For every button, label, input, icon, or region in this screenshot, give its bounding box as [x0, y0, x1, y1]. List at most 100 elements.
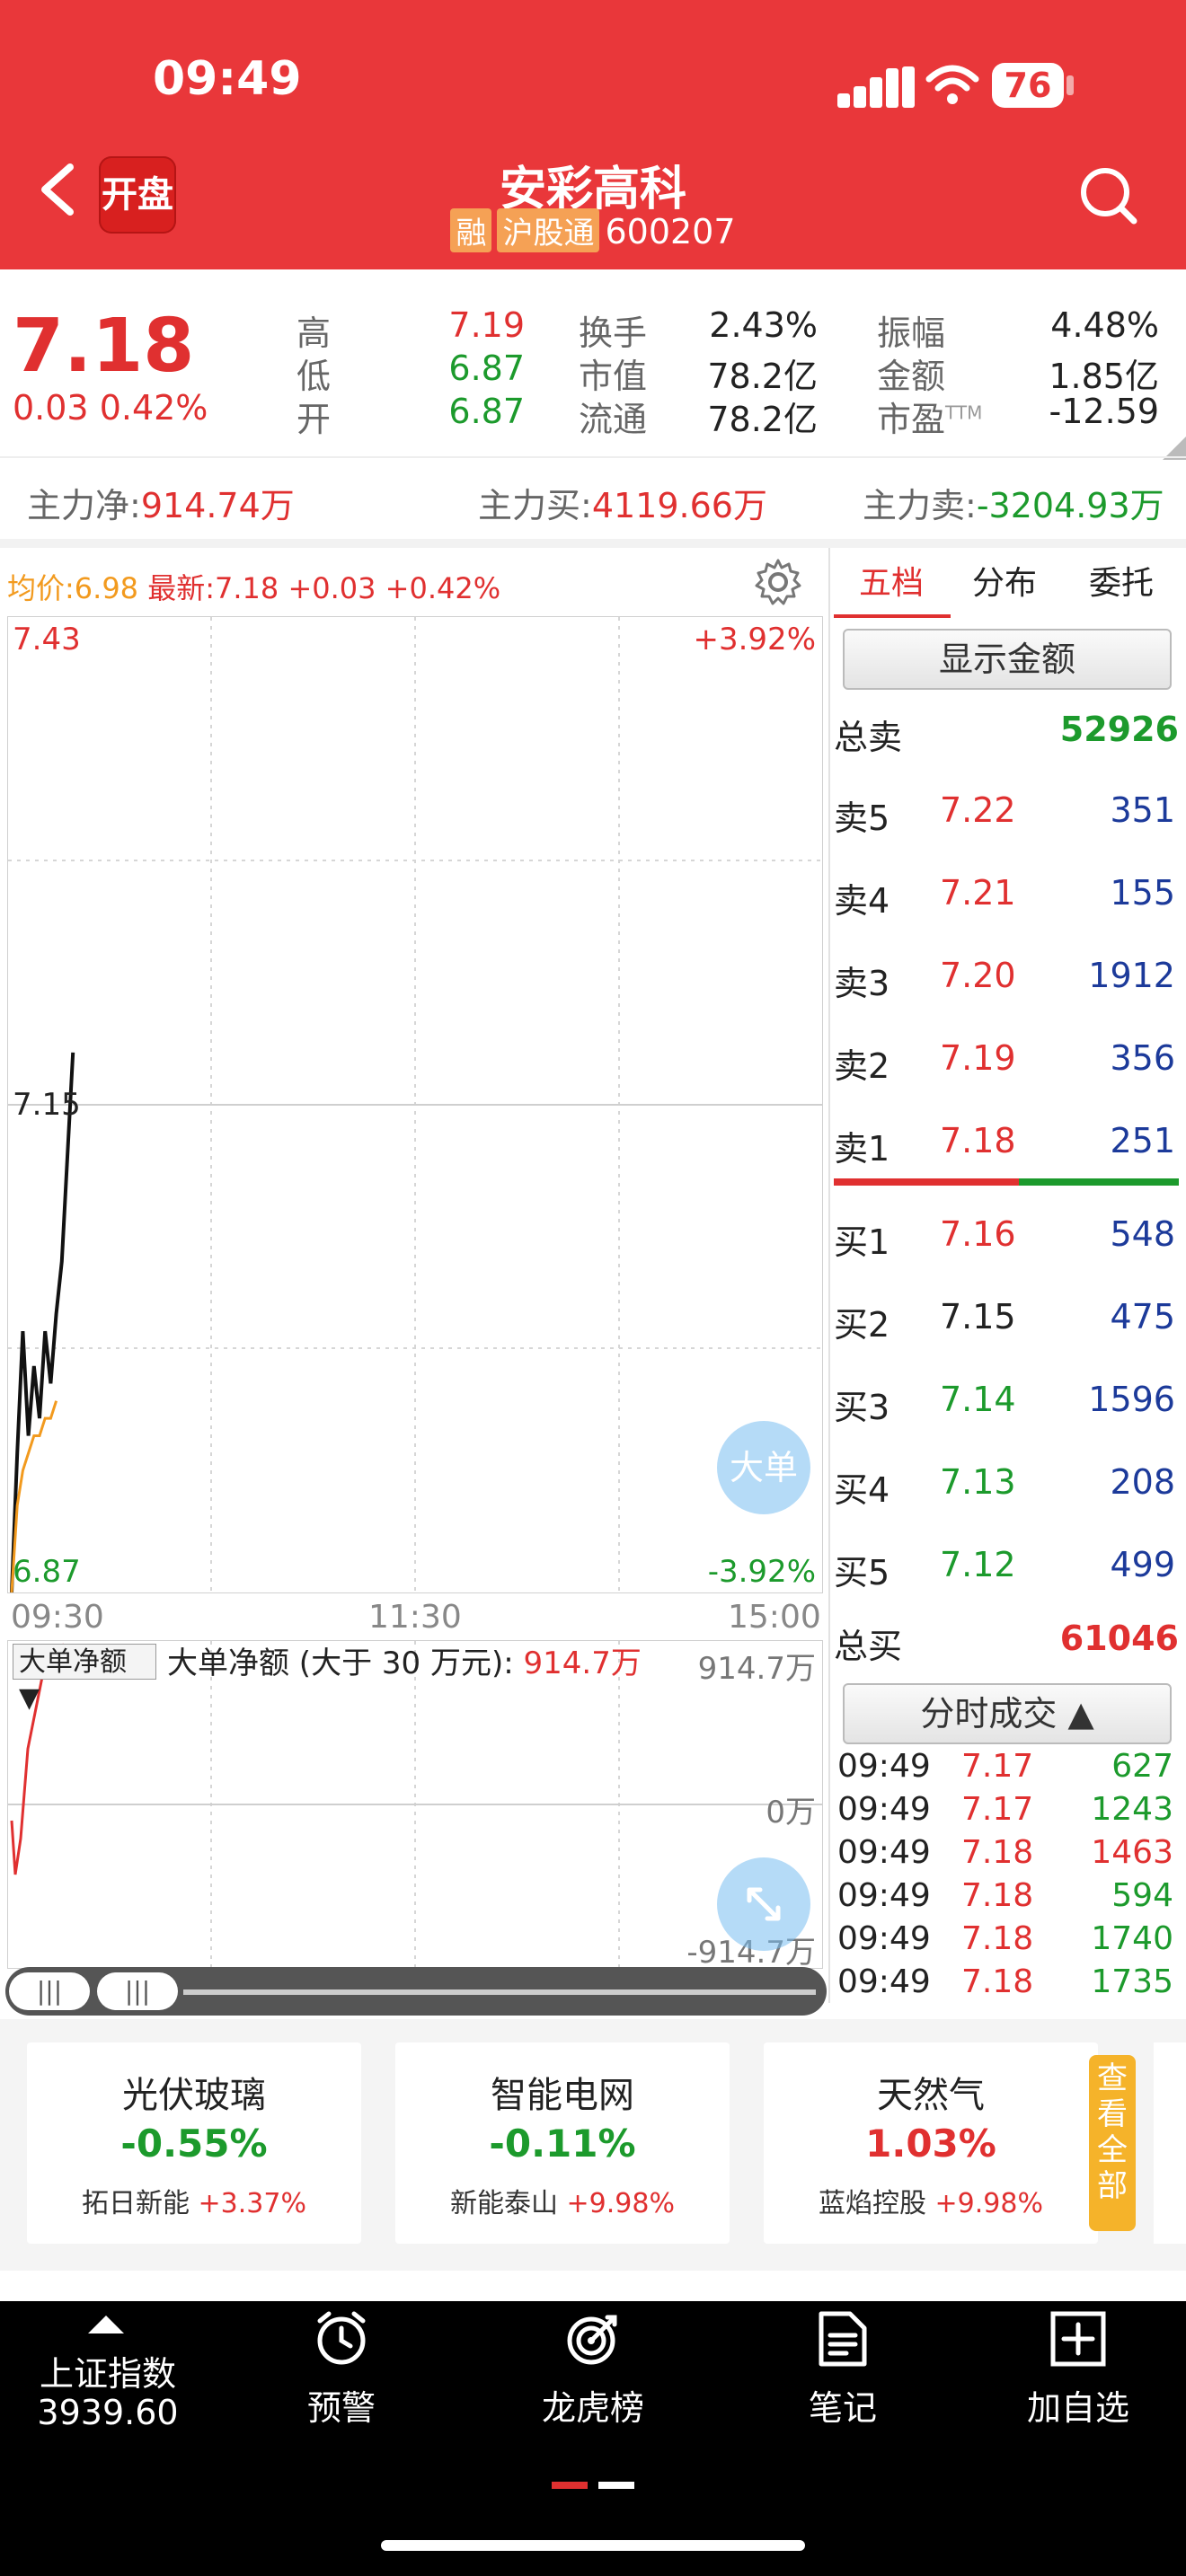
total-sell-label: 总卖: [834, 718, 903, 757]
sell-level-price[interactable]: 7.22: [940, 790, 1016, 830]
page-dot-active: [552, 2482, 588, 2489]
scroll-handle-left[interactable]: |||: [9, 1972, 90, 2010]
sell-level-price[interactable]: 7.21: [940, 873, 1016, 913]
sell-level-volume: 1912: [1088, 956, 1175, 995]
quote-stat-value: 78.2亿: [707, 357, 818, 396]
sell-level-volume: 155: [1110, 873, 1175, 913]
trade-time: 09:49: [837, 1834, 931, 1871]
notes-icon[interactable]: [818, 2310, 868, 2368]
nav-notes[interactable]: 笔记: [753, 2380, 933, 2430]
main-buy-value: 4119.66万: [591, 486, 767, 525]
sector-leader: 蓝焰控股 +9.98%: [764, 2181, 1098, 2220]
trade-price: 7.18: [961, 1834, 1034, 1871]
quote-stat-label: 低: [296, 357, 332, 396]
buy-level-label: 买4: [834, 1470, 890, 1510]
sector-name: 智能电网: [491, 2075, 634, 2116]
settings-icon[interactable]: [753, 557, 803, 607]
stock-subtitle: 融沪股通 600207: [323, 208, 863, 252]
trade-price: 7.17: [961, 1791, 1034, 1828]
quote-stat-value: 6.87: [448, 392, 525, 431]
battery-icon: 76: [992, 63, 1064, 108]
latest-change: +0.03: [288, 571, 376, 605]
intraday-chart[interactable]: [7, 616, 823, 1593]
sector-leader-pct: +9.98%: [934, 2188, 1043, 2219]
quote-stat-sup: TTM: [945, 401, 983, 424]
scroll-handle-right[interactable]: |||: [97, 1972, 178, 2010]
show-amount-button[interactable]: 显示金额: [843, 629, 1172, 690]
main-net-label: 主力净:: [27, 486, 141, 525]
sector-card[interactable]: 光伏玻璃 -0.55% 拓日新能 +3.37%: [27, 2042, 361, 2244]
nav-alert[interactable]: 预警: [252, 2380, 431, 2430]
app-logo[interactable]: 开盘: [99, 156, 176, 234]
quote-stat-label: 流通: [579, 400, 648, 439]
trade-time: 09:49: [837, 1748, 931, 1785]
tab-distribution[interactable]: 分布: [972, 557, 1037, 604]
sector-pct: -0.55%: [120, 2122, 268, 2166]
section-gap: [0, 539, 1186, 548]
time-start-label: 09:30: [11, 1599, 104, 1636]
target-icon[interactable]: [564, 2310, 622, 2368]
nav-add-watchlist[interactable]: 加自选: [988, 2380, 1168, 2430]
sector-leader-name: 拓日新能: [82, 2188, 199, 2219]
sell-level-label: 卖2: [834, 1046, 890, 1086]
trade-time: 09:49: [837, 1963, 931, 2000]
buy-level-volume: 208: [1110, 1462, 1175, 1502]
sell-level-label: 卖5: [834, 798, 890, 838]
sell-level-price[interactable]: 7.19: [940, 1038, 1016, 1078]
scroll-track: [183, 1989, 816, 1995]
see-all-button[interactable]: 查看全部: [1089, 2055, 1136, 2231]
main-sell: 主力卖:-3204.93万: [863, 478, 1164, 527]
buy-level-label: 买2: [834, 1305, 890, 1345]
main-sell-label: 主力卖:: [863, 486, 977, 525]
caret-up-icon: ▲: [1067, 1694, 1094, 1734]
sector-card[interactable]: 天然气 1.03% 蓝焰控股 +9.98%: [764, 2042, 1098, 2244]
time-mid-label: 11:30: [368, 1599, 462, 1636]
alarm-clock-icon[interactable]: [313, 2310, 370, 2368]
nav-dragon-tiger[interactable]: 龙虎榜: [503, 2380, 683, 2430]
back-button[interactable]: [32, 158, 86, 221]
orderbook-tabs: 五档 分布 委托: [832, 557, 1186, 618]
sector-leader-pct: +3.37%: [198, 2188, 306, 2219]
big-order-button[interactable]: 大单: [717, 1421, 810, 1514]
tab-five-levels[interactable]: 五档: [859, 557, 924, 604]
fullscreen-button[interactable]: [717, 1857, 810, 1951]
buy-level-price[interactable]: 7.13: [940, 1462, 1016, 1502]
y-mid-label: 7.15: [13, 1087, 81, 1123]
trade-price: 7.17: [961, 1748, 1034, 1785]
latest-price-label: 最新:7.18: [147, 571, 279, 605]
tab-orders[interactable]: 委托: [1089, 557, 1154, 604]
sell-level-volume: 351: [1110, 790, 1175, 830]
divider: [0, 456, 1186, 458]
buy-level-price[interactable]: 7.16: [940, 1214, 1016, 1254]
quote-stat-label: 振幅: [877, 313, 946, 353]
buy-level-price[interactable]: 7.12: [940, 1545, 1016, 1584]
sell-level-price[interactable]: 7.18: [940, 1121, 1016, 1160]
sector-card[interactable]: 智能电网 -0.11% 新能泰山 +9.98%: [395, 2042, 730, 2244]
avg-price-label: 均价:6.98: [7, 571, 139, 605]
trade-volume: 1463: [1091, 1834, 1173, 1871]
trades-toggle-button[interactable]: 分时成交 ▲: [843, 1683, 1172, 1744]
search-button[interactable]: [1076, 163, 1141, 228]
big-order-title-text: 大单净额 (大于 30 万元):: [167, 1645, 514, 1681]
price-change: 0.03 0.42%: [13, 388, 208, 428]
price-line: [10, 1052, 75, 1592]
buy-level-volume: 475: [1110, 1297, 1175, 1337]
sell-level-price[interactable]: 7.20: [940, 956, 1016, 995]
buy-level-price[interactable]: 7.14: [940, 1380, 1016, 1419]
buy-level-price[interactable]: 7.15: [940, 1297, 1016, 1337]
trade-volume: 594: [1111, 1877, 1173, 1914]
battery-cap: [1067, 75, 1074, 95]
quote-stat-value: 6.87: [448, 348, 525, 388]
quote-stat-label: 高: [296, 313, 332, 353]
trade-volume: 1243: [1091, 1791, 1173, 1828]
indicator-select[interactable]: 大单净额 ▼: [13, 1644, 156, 1714]
add-square-icon[interactable]: [1049, 2310, 1107, 2368]
nav-index-name[interactable]: 上证指数: [18, 2346, 198, 2395]
buy-level-label: 买3: [834, 1388, 890, 1427]
sector-leader: 新能泰山 +9.98%: [395, 2181, 730, 2220]
main-net: 主力净:914.74万: [27, 478, 295, 527]
sub-max-label: 914.7万: [697, 1651, 816, 1687]
trade-price: 7.18: [961, 1920, 1034, 1957]
sector-pct: 1.03%: [865, 2122, 996, 2166]
buy-sell-ratio-buy: [1019, 1178, 1179, 1186]
